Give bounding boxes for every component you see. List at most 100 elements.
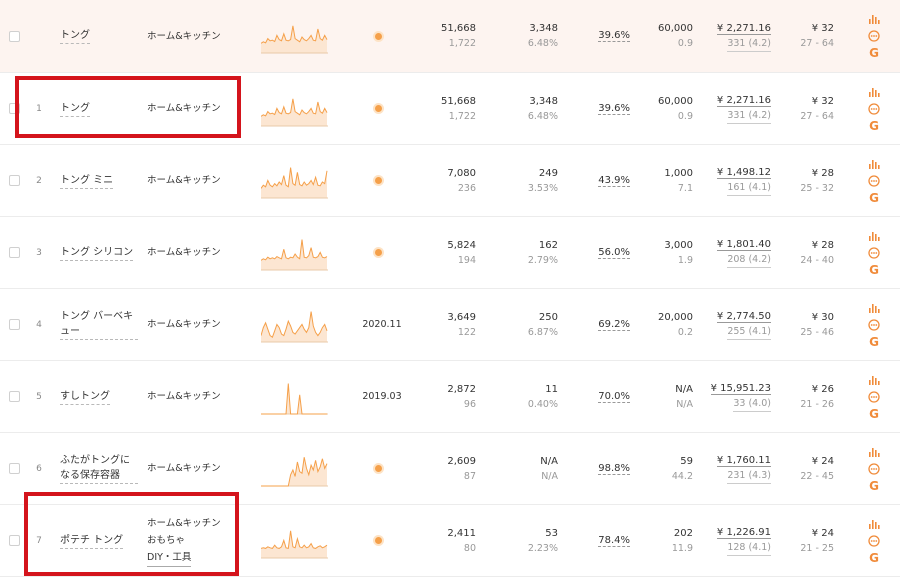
- price-value[interactable]: ¥ 1,760.11: [716, 455, 771, 467]
- google-icon[interactable]: G: [868, 119, 881, 132]
- trend-sparkline[interactable]: [261, 378, 328, 416]
- bar-chart-icon[interactable]: [868, 229, 881, 242]
- review-count[interactable]: 231 (4.3): [727, 468, 771, 484]
- search-volume-value: 3,649: [447, 311, 476, 323]
- price-value[interactable]: ¥ 1,801.40: [716, 239, 771, 251]
- row-checkbox[interactable]: [9, 30, 20, 42]
- click-share[interactable]: 39.6%: [598, 30, 630, 42]
- price-value[interactable]: ¥ 2,271.16: [716, 95, 771, 107]
- keyword-link[interactable]: トング シリコン: [60, 245, 134, 261]
- google-icon[interactable]: G: [868, 551, 881, 564]
- search-volume: 2,411 80: [418, 505, 476, 576]
- sales-value: 3,348: [529, 23, 558, 34]
- trend-sparkline[interactable]: [261, 162, 328, 200]
- bar-chart-icon[interactable]: [868, 445, 881, 458]
- row-checkbox[interactable]: [9, 535, 20, 546]
- keyword-link[interactable]: トング バーベキュー: [60, 309, 138, 340]
- sparkline-line: [261, 311, 328, 338]
- keyword-link[interactable]: すしトング: [60, 389, 110, 405]
- sales: 249 3.53%: [500, 145, 558, 216]
- row-checkbox[interactable]: [9, 319, 20, 330]
- trend-dot-cell: [373, 73, 383, 144]
- keyword-cell: トング: [60, 0, 138, 72]
- click-share[interactable]: 70.0%: [598, 391, 630, 403]
- click-share[interactable]: 78.4%: [598, 535, 630, 547]
- review-count[interactable]: 33 (4.0): [733, 396, 771, 412]
- trend-sparkline[interactable]: [261, 17, 328, 55]
- review-count[interactable]: 255 (4.1): [727, 324, 771, 340]
- more-icon[interactable]: [868, 30, 881, 43]
- search-volume: 2,872 96: [418, 361, 476, 432]
- google-icon[interactable]: G: [868, 47, 881, 60]
- click-share[interactable]: 39.6%: [598, 103, 630, 115]
- price-value[interactable]: ¥ 2,774.50: [716, 311, 771, 323]
- review-count[interactable]: 161 (4.1): [727, 180, 771, 196]
- keyword-sales-sub: N/A: [676, 398, 693, 410]
- keyword-sales-value: 20,000: [658, 311, 693, 323]
- keyword-sales: 202 11.9: [640, 505, 693, 576]
- row-checkbox[interactable]: [9, 463, 20, 474]
- more-icon[interactable]: [868, 318, 881, 331]
- trend-sparkline[interactable]: [261, 90, 328, 128]
- google-icon[interactable]: G: [868, 479, 881, 492]
- bar-chart-icon[interactable]: [868, 13, 881, 26]
- bar-chart-icon[interactable]: [868, 301, 881, 314]
- row-checkbox[interactable]: [9, 247, 20, 258]
- row-checkbox-cell: [9, 217, 20, 288]
- price-value-wrap: ¥ 1,760.11: [716, 453, 771, 468]
- trend-sparkline-cell: [261, 505, 328, 576]
- price-value[interactable]: ¥ 1,498.12: [716, 167, 771, 179]
- sales-value: 11: [545, 383, 558, 395]
- keyword-link[interactable]: ポテチ トング: [60, 533, 124, 549]
- price-value[interactable]: ¥ 1,226.91: [716, 527, 771, 539]
- price-value[interactable]: ¥ 15,951.23: [710, 383, 771, 395]
- trend-sparkline[interactable]: [261, 522, 328, 560]
- row-checkbox[interactable]: [9, 391, 20, 402]
- more-icon[interactable]: [868, 174, 881, 187]
- keyword-link[interactable]: トング: [60, 28, 90, 44]
- bar-chart-icon[interactable]: [868, 517, 881, 530]
- more-icon[interactable]: [868, 390, 881, 403]
- review-count[interactable]: 208 (4.2): [727, 252, 771, 268]
- sales: 250 6.87%: [500, 289, 558, 360]
- avg-price-value: ¥ 32: [811, 95, 834, 107]
- trend-sparkline-cell: [261, 217, 328, 288]
- avg-price: ¥ 28 24 - 40: [800, 217, 834, 288]
- review-count[interactable]: 331 (4.2): [727, 108, 771, 124]
- trend-sparkline[interactable]: [261, 234, 328, 272]
- google-icon[interactable]: G: [868, 263, 881, 276]
- more-icon[interactable]: [868, 246, 881, 259]
- review-count[interactable]: 128 (4.1): [727, 540, 771, 556]
- bar-chart-icon[interactable]: [868, 157, 881, 170]
- keyword-link[interactable]: トング: [60, 101, 90, 117]
- avg-price: ¥ 32 27 - 64: [800, 73, 834, 144]
- row-checkbox[interactable]: [9, 175, 20, 186]
- avg-price: ¥ 26 21 - 26: [800, 361, 834, 432]
- click-share[interactable]: 98.8%: [598, 463, 630, 475]
- row-actions: G: [866, 289, 882, 360]
- bar-chart-icon[interactable]: [868, 373, 881, 386]
- sales: 3,348 6.48%: [500, 0, 558, 72]
- bar-chart-icon[interactable]: [868, 85, 881, 98]
- more-icon[interactable]: [868, 102, 881, 115]
- google-icon[interactable]: G: [868, 335, 881, 348]
- google-icon[interactable]: G: [868, 407, 881, 420]
- click-share[interactable]: 43.9%: [598, 175, 630, 187]
- google-icon[interactable]: G: [868, 191, 881, 204]
- click-share-cell: 56.0%: [590, 217, 630, 288]
- trend-sparkline[interactable]: [261, 450, 328, 488]
- click-share[interactable]: 56.0%: [598, 247, 630, 259]
- review-count[interactable]: 331 (4.2): [727, 36, 771, 52]
- click-share[interactable]: 69.2%: [598, 319, 630, 331]
- row-checkbox[interactable]: [9, 103, 20, 114]
- more-icon[interactable]: [868, 534, 881, 547]
- price-value[interactable]: ¥ 2,271.16: [716, 22, 771, 35]
- trend-sparkline[interactable]: [261, 306, 328, 344]
- category-cell: ホーム&キッチン: [147, 361, 242, 432]
- keyword-link[interactable]: ふたがトングになる保存容器: [60, 453, 138, 484]
- keyword-link[interactable]: トング ミニ: [60, 173, 114, 189]
- more-icon[interactable]: [868, 462, 881, 475]
- search-volume-sub: 1,722: [448, 110, 476, 122]
- sales-value: 249: [538, 167, 558, 179]
- bar-chart-icon-glyph: [868, 15, 880, 24]
